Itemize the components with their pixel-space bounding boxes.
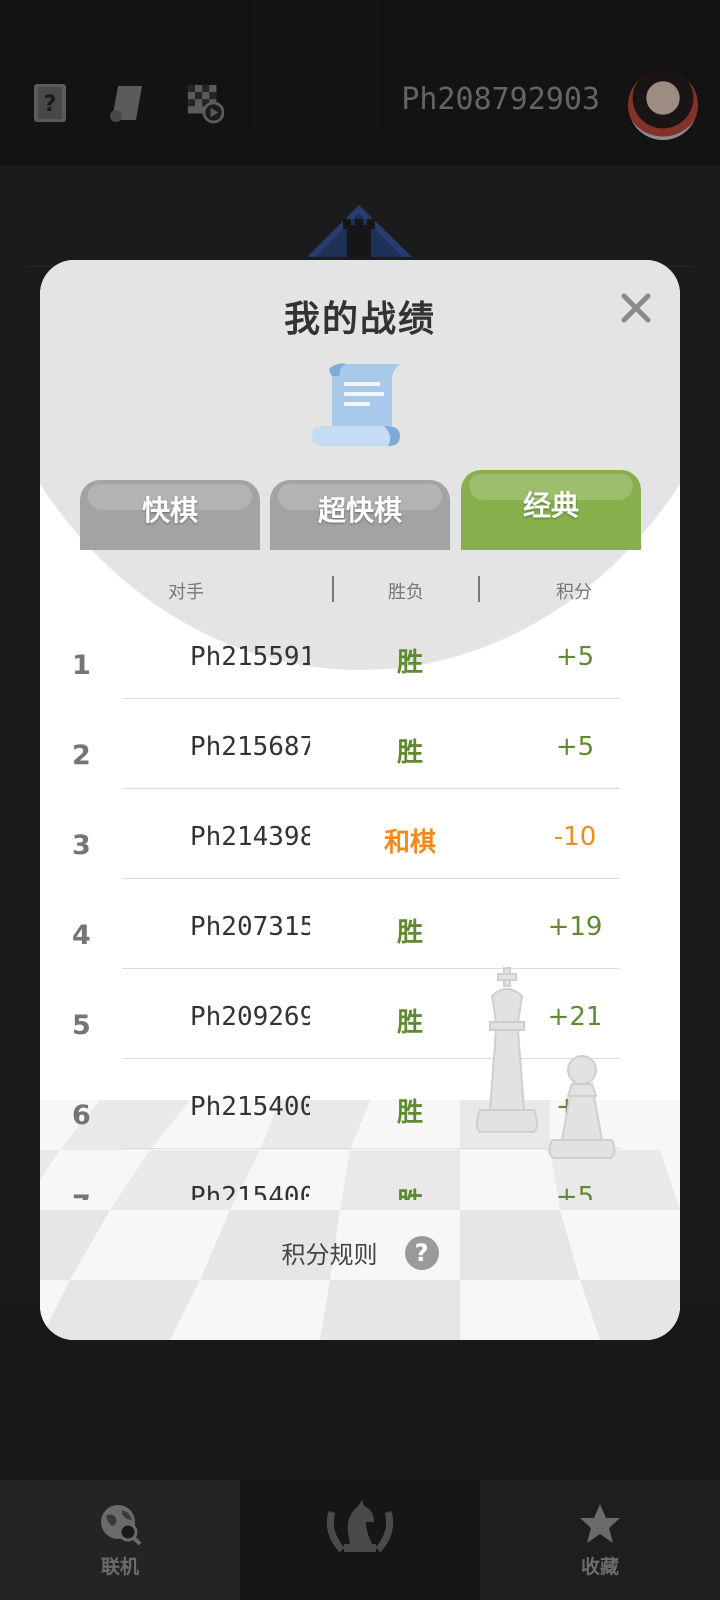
row-divider	[122, 878, 620, 879]
row-opponent: Ph21540029	[190, 1182, 310, 1200]
row-opponent: Ph21559178	[190, 642, 310, 672]
row-score: -10	[553, 822, 597, 852]
row-rank: 4	[72, 920, 91, 951]
tab-blitz-label: 超快棋	[317, 494, 402, 527]
tab-classic-label: 经典	[522, 489, 579, 522]
nav-home[interactable]	[240, 1480, 480, 1600]
tab-fast-label: 快棋	[141, 494, 198, 527]
nav-online-label: 联机	[100, 1556, 139, 1578]
table-row[interactable]: 3 Ph21439895 和棋 -10	[40, 790, 680, 880]
rules-label[interactable]: 积分规则	[281, 1241, 377, 1269]
row-result: 胜	[396, 648, 423, 678]
row-score: +19	[547, 912, 603, 942]
scroll-record-icon	[312, 363, 400, 446]
row-score: +5	[555, 642, 595, 672]
row-opponent: Ph21439895	[190, 822, 310, 852]
tab-fast[interactable]: 快棋	[80, 480, 260, 550]
row-result: 胜	[396, 738, 423, 768]
table-row[interactable]: 1 Ph21559178 胜 +5	[40, 610, 680, 700]
row-result: 胜	[396, 918, 423, 948]
globe-search-icon	[101, 1505, 142, 1546]
tab-blitz[interactable]: 超快棋	[270, 480, 450, 550]
rules-footer[interactable]: 积分规则 ?	[40, 1235, 680, 1285]
table-header: 对手 胜负 积分	[40, 570, 680, 610]
row-rank: 5	[72, 1010, 91, 1041]
col-score: 积分	[556, 582, 592, 603]
row-result: 和棋	[383, 828, 436, 858]
chess-pieces-decoration	[476, 967, 616, 1159]
col-result: 胜负	[388, 582, 424, 603]
row-rank: 7	[72, 1190, 91, 1200]
row-result: 胜	[396, 1098, 423, 1128]
my-record-dialog: 我的战绩 快棋 超快棋 经典 对手 胜负 积分 1 Ph215591 胜 +5 …	[40, 260, 680, 1340]
row-opponent: Ph21540029	[190, 1092, 310, 1122]
tab-classic[interactable]: 经典	[461, 470, 641, 550]
close-icon[interactable]	[614, 286, 658, 330]
row-opponent: Ph20731570	[190, 912, 310, 942]
row-opponent: Ph21568763	[190, 732, 310, 762]
col-divider	[478, 576, 480, 602]
star-icon	[580, 1504, 620, 1543]
nav-favorites-label: 收藏	[580, 1556, 619, 1578]
nav-online[interactable]: 联机	[0, 1480, 240, 1600]
bottom-nav: 联机 收藏	[0, 1480, 720, 1600]
row-score: +5	[555, 1182, 595, 1200]
col-opponent: 对手	[168, 582, 204, 603]
col-divider	[332, 576, 334, 602]
row-rank: 1	[72, 650, 91, 681]
row-divider	[122, 698, 620, 699]
table-row[interactable]: 2 Ph21568763 胜 +5	[40, 700, 680, 790]
row-result: 胜	[360, 1182, 460, 1200]
row-rank: 2	[72, 740, 91, 771]
help-icon[interactable]: ?	[404, 1235, 439, 1270]
nav-favorites[interactable]: 收藏	[480, 1480, 720, 1600]
row-score: +5	[555, 732, 595, 762]
row-opponent: Ph20926988	[190, 1002, 310, 1032]
row-rank: 3	[72, 830, 91, 861]
table-row[interactable]: 4 Ph20731570 胜 +19	[40, 880, 680, 970]
row-rank: 6	[72, 1100, 91, 1131]
dialog-title: 我的战绩	[283, 299, 436, 340]
row-result: 胜	[396, 1008, 423, 1038]
knight-laurel-icon	[326, 1500, 394, 1553]
row-divider	[122, 788, 620, 789]
